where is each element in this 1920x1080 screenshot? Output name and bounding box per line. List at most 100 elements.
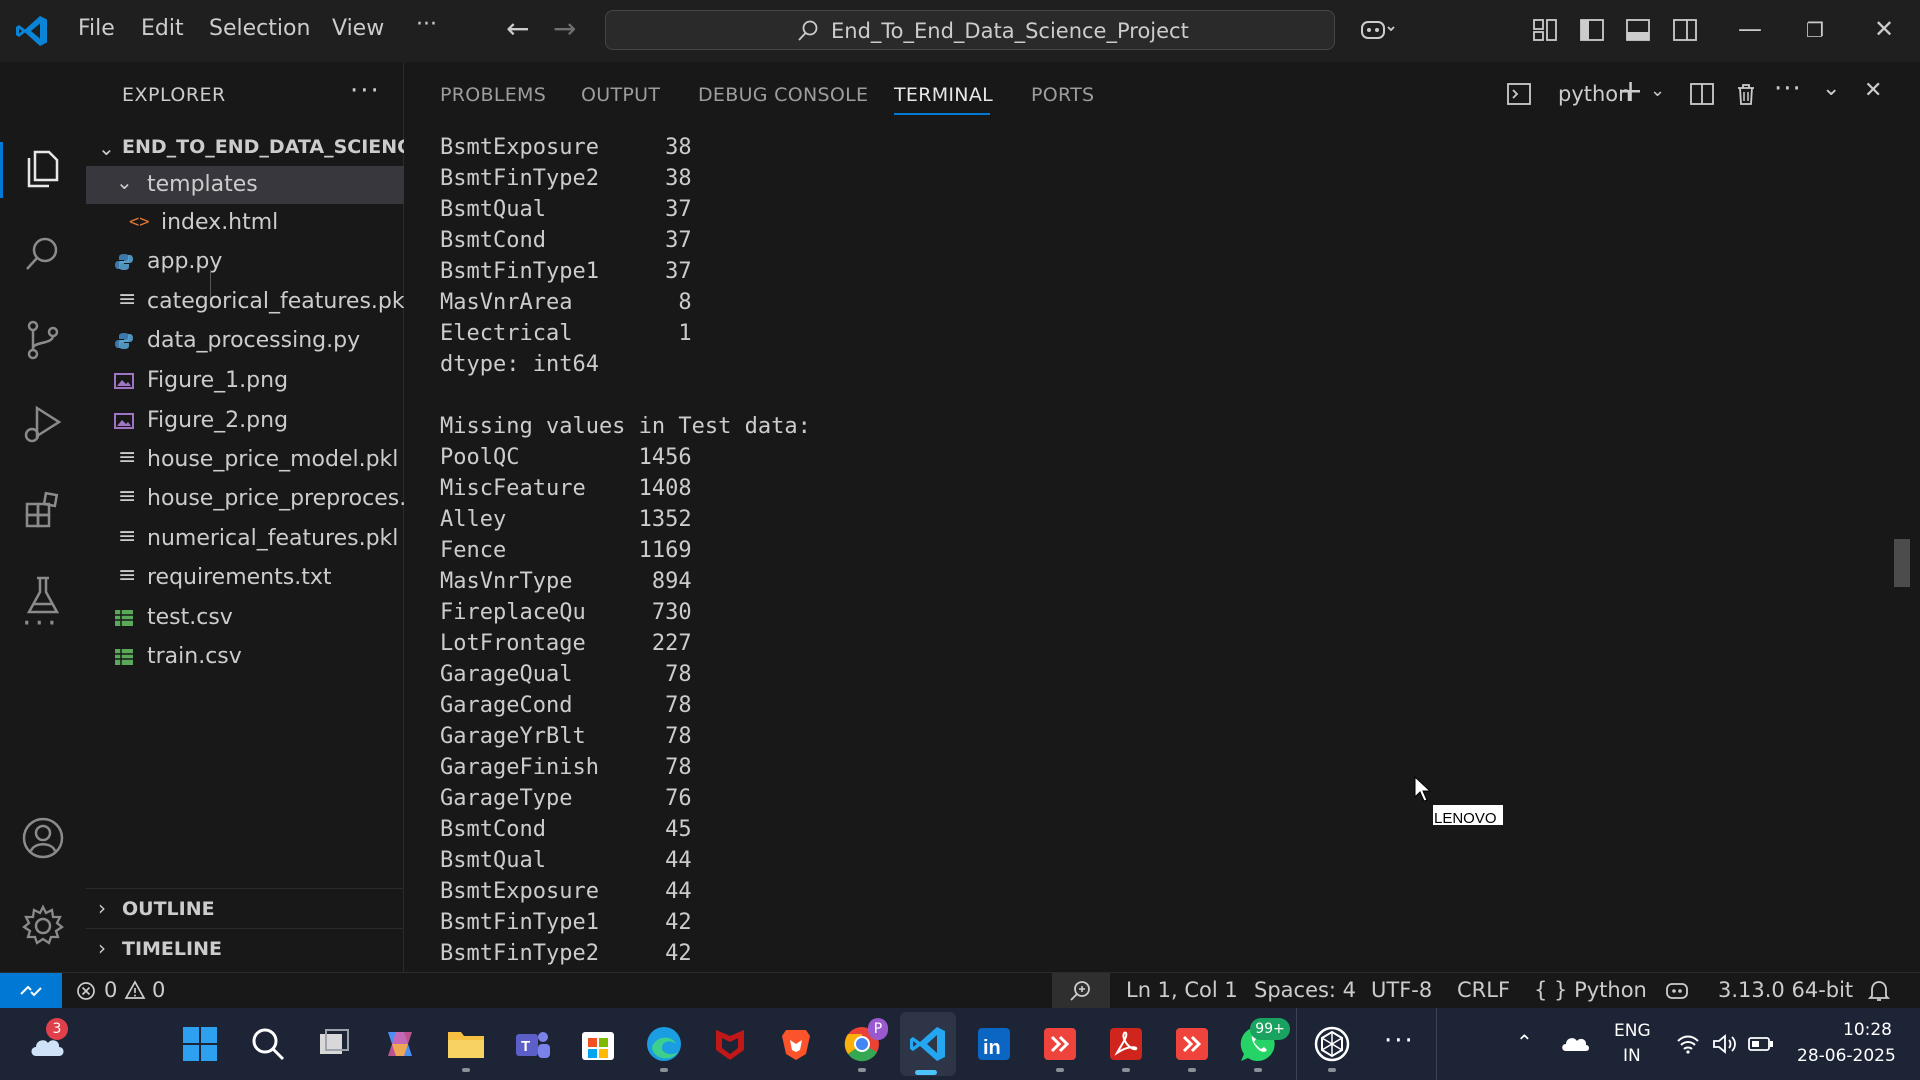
- volume-icon[interactable]: [1712, 1033, 1738, 1055]
- anydesk-2-icon[interactable]: [1170, 1022, 1214, 1066]
- linkedin-icon[interactable]: in: [972, 1022, 1016, 1066]
- chevron-down-icon[interactable]: ⌄: [1650, 80, 1665, 101]
- microsoft-store-icon[interactable]: [576, 1022, 620, 1066]
- windows-start-icon[interactable]: [178, 1022, 222, 1066]
- root-folder[interactable]: ⌄ END_TO_END_DATA_SCIENC...: [86, 130, 433, 166]
- tab-terminal[interactable]: TERMINAL: [894, 84, 993, 106]
- source-control-icon[interactable]: [19, 316, 67, 364]
- tab-output[interactable]: OUTPUT: [581, 84, 660, 106]
- file-train-csv[interactable]: train.csv: [86, 638, 404, 676]
- toggle-panel-icon[interactable]: [1625, 17, 1651, 43]
- file-house-price-model[interactable]: ≡ house_price_model.pkl: [86, 441, 404, 479]
- file-explorer-icon[interactable]: [444, 1022, 488, 1066]
- menu-edit[interactable]: Edit: [141, 16, 184, 41]
- file-numerical-features[interactable]: ≡ numerical_features.pkl: [86, 520, 404, 558]
- indentation[interactable]: Spaces: 4: [1254, 978, 1356, 1002]
- new-terminal-icon[interactable]: +: [1618, 74, 1643, 109]
- file-house-price-preprocessor[interactable]: ≡ house_price_preproces...: [86, 480, 420, 518]
- wifi-icon[interactable]: [1676, 1033, 1700, 1055]
- file-app-py[interactable]: app.py: [86, 243, 404, 281]
- folder-templates[interactable]: ⌄ templates: [86, 166, 404, 204]
- remote-indicator[interactable]: [0, 973, 62, 1009]
- split-terminal-icon[interactable]: [1689, 81, 1715, 107]
- copilot-icon[interactable]: [1360, 17, 1396, 43]
- end-of-line[interactable]: CRLF: [1457, 978, 1510, 1002]
- task-view-icon[interactable]: [312, 1022, 356, 1066]
- back-arrow-icon[interactable]: ←: [506, 12, 529, 45]
- onedrive-cloud-icon[interactable]: [1560, 1032, 1590, 1054]
- tab-debug-console[interactable]: DEBUG CONSOLE: [698, 84, 868, 106]
- explorer-icon[interactable]: [19, 144, 67, 192]
- language-mode[interactable]: { } Python: [1534, 978, 1647, 1002]
- more-apps-icon[interactable]: ···: [1384, 1026, 1415, 1056]
- file-requirements-txt[interactable]: ≡ requirements.txt: [86, 559, 404, 597]
- customize-layout-icon[interactable]: [1532, 17, 1558, 43]
- close-window-icon[interactable]: ✕: [1874, 15, 1894, 43]
- teams-icon[interactable]: T: [510, 1022, 554, 1066]
- file-name: templates: [147, 172, 258, 197]
- tab-ports[interactable]: PORTS: [1031, 84, 1094, 106]
- run-debug-icon[interactable]: [19, 400, 67, 448]
- outline-section[interactable]: › OUTLINE: [86, 888, 404, 927]
- trash-icon[interactable]: [1733, 81, 1759, 107]
- vscode-taskbar-icon[interactable]: [906, 1022, 950, 1066]
- copilot-status-icon[interactable]: [1664, 979, 1690, 1003]
- close-panel-icon[interactable]: ✕: [1864, 78, 1882, 103]
- toggle-primary-sidebar-icon[interactable]: [1579, 17, 1605, 43]
- file-index-html[interactable]: <> index.html: [86, 204, 404, 242]
- cursor-position[interactable]: Ln 1, Col 1: [1126, 978, 1238, 1002]
- more-views-icon[interactable]: ···: [22, 606, 60, 641]
- warning-count[interactable]: 0: [152, 978, 165, 1002]
- clock-date[interactable]: 28-06-2025: [1797, 1046, 1896, 1066]
- tab-problems[interactable]: PROBLEMS: [440, 84, 546, 106]
- explorer-more-icon[interactable]: ···: [350, 76, 381, 106]
- chatgpt-icon[interactable]: [1310, 1022, 1354, 1066]
- menu-selection[interactable]: Selection: [209, 16, 310, 41]
- python-interpreter[interactable]: 3.13.0 64-bit: [1718, 978, 1853, 1002]
- warning-icon[interactable]: [124, 980, 146, 1000]
- search-icon[interactable]: [19, 230, 67, 278]
- terminal-line: BsmtCond 37: [440, 228, 692, 253]
- restore-icon[interactable]: ❐: [1806, 18, 1824, 42]
- battery-icon[interactable]: [1748, 1035, 1774, 1053]
- tray-overflow-chevron-icon[interactable]: ⌃: [1516, 1030, 1533, 1054]
- extensions-icon[interactable]: [19, 486, 67, 534]
- forward-arrow-icon[interactable]: →: [553, 12, 576, 45]
- file-categorical-features[interactable]: ≡ categorical_features.pkl: [86, 283, 411, 321]
- menu-file[interactable]: File: [78, 16, 115, 41]
- scrollbar-thumb[interactable]: [1894, 539, 1910, 587]
- panel-more-icon[interactable]: ···: [1774, 74, 1802, 104]
- file-data-processing-py[interactable]: data_processing.py: [86, 322, 404, 360]
- zoom-indicator[interactable]: [1052, 973, 1110, 1009]
- toggle-secondary-sidebar-icon[interactable]: [1672, 17, 1698, 43]
- file-test-csv[interactable]: test.csv: [86, 599, 404, 637]
- edge-icon[interactable]: [642, 1022, 686, 1066]
- language-top[interactable]: ENG: [1614, 1021, 1651, 1041]
- error-icon[interactable]: [76, 981, 96, 1001]
- language-bottom[interactable]: IN: [1623, 1046, 1641, 1066]
- terminal-output[interactable]: BsmtExposure 38 BsmtFinType2 38 BsmtQual 3…: [440, 132, 1860, 972]
- file-figure-1[interactable]: Figure_1.png: [86, 362, 404, 400]
- copilot-app-icon[interactable]: [378, 1022, 422, 1066]
- mcafee-icon[interactable]: [708, 1022, 752, 1066]
- terminal-line: Missing values in Test data:: [440, 414, 811, 439]
- acrobat-icon[interactable]: [1104, 1022, 1148, 1066]
- command-center-search[interactable]: End_To_End_Data_Science_Project: [605, 10, 1335, 50]
- terminal-scrollbar[interactable]: [1894, 124, 1910, 972]
- encoding[interactable]: UTF-8: [1371, 978, 1432, 1002]
- notifications-bell-icon[interactable]: [1868, 979, 1890, 1003]
- error-count[interactable]: 0: [104, 978, 117, 1002]
- file-figure-2[interactable]: Figure_2.png: [86, 402, 404, 440]
- terminal-line: Fence 1169: [440, 538, 692, 563]
- accounts-icon[interactable]: [19, 814, 67, 862]
- clock-time[interactable]: 10:28: [1843, 1020, 1892, 1040]
- menu-view[interactable]: View: [332, 16, 384, 41]
- settings-gear-icon[interactable]: [19, 902, 67, 950]
- maximize-panel-chevron-icon[interactable]: ⌄: [1822, 76, 1840, 101]
- menu-more[interactable]: ···: [416, 12, 437, 37]
- brave-icon[interactable]: [774, 1022, 818, 1066]
- minimize-icon[interactable]: —: [1738, 15, 1762, 43]
- anydesk-icon[interactable]: [1038, 1022, 1082, 1066]
- timeline-section[interactable]: › TIMELINE: [86, 928, 404, 967]
- windows-search-icon[interactable]: [246, 1022, 290, 1066]
